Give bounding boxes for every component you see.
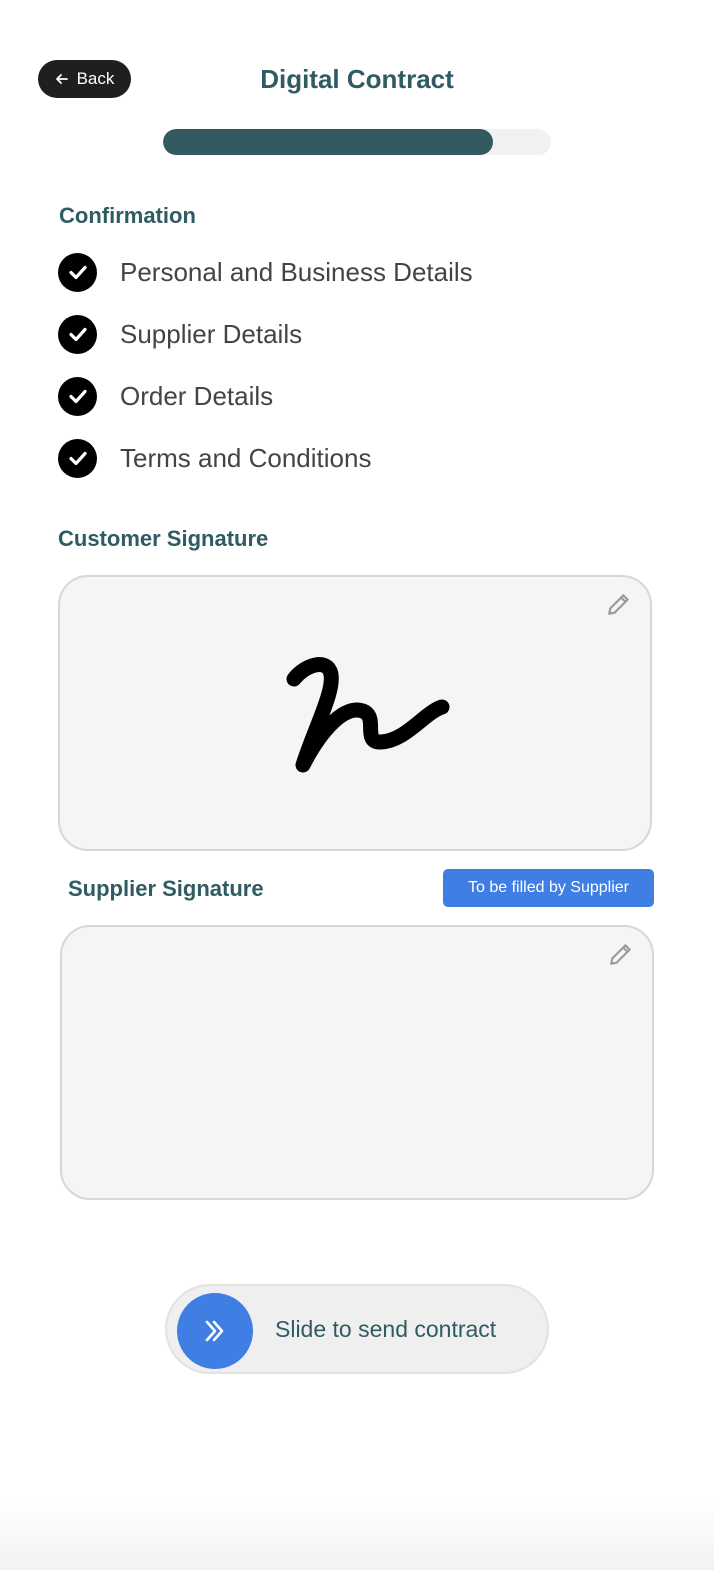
confirmation-heading: Confirmation <box>59 203 196 228</box>
progress-bar-fill <box>163 129 493 155</box>
signature-drawing <box>286 657 450 773</box>
pencil-icon[interactable] <box>606 591 632 617</box>
send-contract-slider[interactable]: Slide to send contract <box>165 1284 549 1374</box>
slider-thumb[interactable] <box>177 1293 253 1369</box>
supplier-signature-heading: Supplier Signature <box>68 876 264 901</box>
checklist-item-supplier: Supplier Details <box>58 314 302 354</box>
checkmark-icon <box>58 438 97 478</box>
slider-label: Slide to send contract <box>275 1316 497 1342</box>
supplier-signature-pad[interactable] <box>60 925 654 1200</box>
checkmark-icon <box>58 376 97 416</box>
progress-bar <box>163 129 551 155</box>
customer-signature-pad[interactable] <box>58 575 652 851</box>
pencil-icon[interactable] <box>608 941 634 967</box>
checklist-item-terms: Terms and Conditions <box>58 438 371 478</box>
checklist-item-label: Order Details <box>120 380 274 411</box>
customer-signature-heading: Customer Signature <box>58 526 269 551</box>
supplier-fill-badge: To be filled by Supplier <box>443 869 654 907</box>
page-title: Digital Contract <box>260 64 454 94</box>
checklist-item-label: Supplier Details <box>120 318 303 349</box>
checklist-item-personal-business: Personal and Business Details <box>58 252 473 292</box>
checkmark-icon <box>58 252 97 292</box>
double-chevron-right-icon <box>205 1320 224 1342</box>
checklist-item-label: Personal and Business Details <box>120 256 473 287</box>
checkmark-icon <box>58 314 97 354</box>
checklist-item-label: Terms and Conditions <box>120 442 372 473</box>
checklist-item-order: Order Details <box>58 376 273 416</box>
